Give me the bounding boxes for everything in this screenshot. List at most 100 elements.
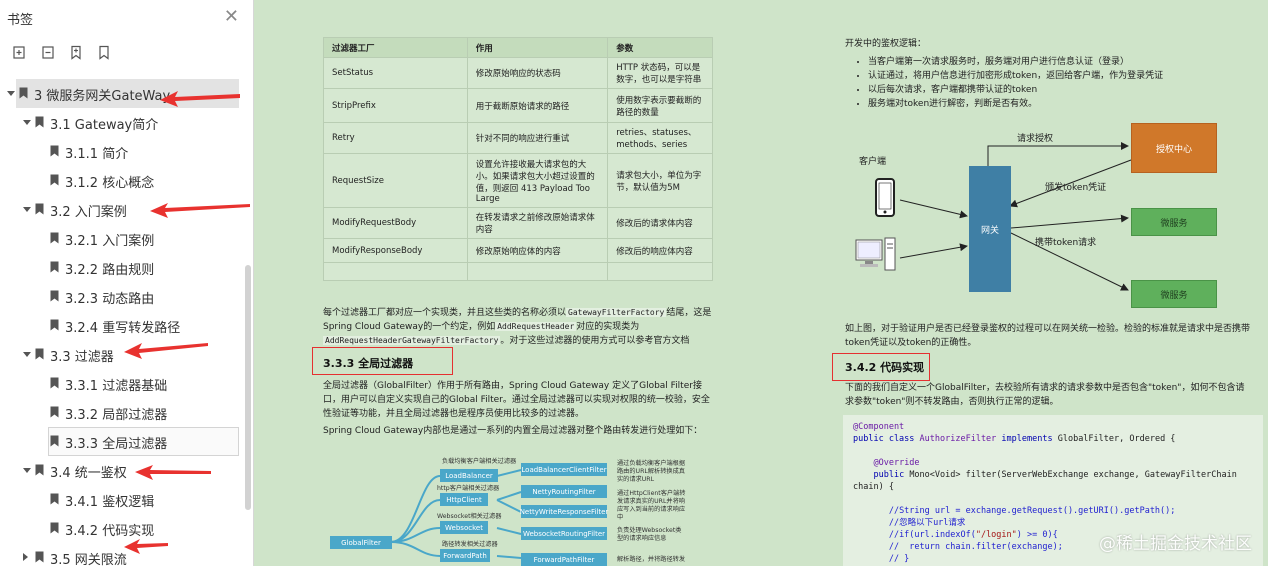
table-row: SetStatus 修改原始响应的状态码 HTTP 状态码，可以是数字，也可以是字符…	[323, 57, 713, 89]
sidebar-item[interactable]: 3.2.2 路由规则	[0, 253, 253, 282]
bookmark-icon	[50, 406, 59, 418]
code-token: GlobalFilter, Ordered {	[1057, 434, 1176, 444]
expand-triangle-icon[interactable]	[23, 352, 31, 357]
sidebar-item[interactable]: 3.3.2 局部过滤器	[0, 398, 253, 427]
sidebar-item-label: 3.2.1 入门案例	[65, 234, 155, 249]
table-row: ModifyRequestBody 在转发请求之前修改原始请求体内容 修改后的请求体…	[323, 207, 713, 239]
table-header-row: 过滤器工厂 作用 参数	[323, 37, 713, 58]
table-row: ModifyResponseBody 修改原始响应体的内容 修改后的响应体内容	[323, 238, 713, 263]
table-row: RequestSize 设置允许接收最大请求包的大小。如果请求包大小超过设置的值，…	[323, 153, 713, 208]
sidebar-scrollbar[interactable]	[245, 265, 251, 510]
filter-node: NettyWriteResponseFilter	[520, 505, 608, 518]
sidebar-item[interactable]: 3.2.3 动态路由	[0, 282, 253, 311]
section-heading-3-4-2: 3.4.2 代码实现	[845, 361, 925, 374]
filter-factory-table: 过滤器工厂 作用 参数 SetStatus 修改原始响应的状态码 HTTP 状态码，…	[323, 37, 713, 281]
code-token: filter(ServerWebExchange exchange, Gatew…	[960, 470, 1237, 480]
code-token: //if(url.indexOf(	[888, 530, 976, 540]
bookmark-icon	[35, 464, 44, 476]
filter-note: 通过HttpClient客户端转发请求真实的URL并将响应写入到当前的请求响应中	[617, 490, 686, 521]
edge-label: 颁发token凭证	[1045, 183, 1107, 193]
expand-triangle-icon[interactable]	[23, 207, 31, 212]
table-cell: 修改后的响应体内容	[607, 238, 713, 263]
red-arrow-icon	[124, 343, 208, 359]
list-item: 认证通过，将用户信息进行加密形成token，返回给客户端，作为登录凭证	[868, 69, 1262, 83]
sidebar-item[interactable]: 3.3.1 过滤器基础	[0, 369, 253, 398]
table-cell: 针对不同的响应进行重试	[466, 122, 609, 154]
bookmark-icon	[19, 87, 28, 99]
code-line: @Component	[853, 422, 905, 432]
bookmark-icon	[50, 435, 59, 447]
sidebar-item-label: 3.4.1 鉴权逻辑	[65, 495, 155, 510]
branch-label: 负载均衡客户端相关过滤器	[442, 458, 517, 465]
table-cell	[607, 262, 713, 281]
client-label: 客户端	[859, 157, 887, 167]
websocket-node: Websocket	[440, 521, 488, 534]
sidebar-item[interactable]: 3.1.2 核心概念	[0, 166, 253, 195]
auth-logic-intro: 开发中的鉴权逻辑：	[845, 39, 927, 49]
expand-triangle-icon[interactable]	[23, 120, 31, 125]
sidebar-item-label: 3.1.1 简介	[65, 147, 129, 162]
text-span: 对应的实现类为	[576, 322, 640, 332]
expand-triangle-icon[interactable]	[23, 468, 31, 473]
add-bookmark-icon[interactable]	[69, 45, 83, 60]
bookmark-icon	[50, 290, 59, 302]
httpclient-node: HttpClient	[440, 493, 488, 506]
sidebar-item[interactable]: 3.1 Gateway简介	[0, 108, 253, 137]
list-item: 当客户端第一次请求服务时，服务端对用户进行信息认证（登录）	[868, 55, 1262, 69]
table-cell	[323, 262, 468, 281]
bookmark-sidebar: 书签 ✕ 3 微服务网关GateWay 3.1 Gateway简介 3.1.1 简介…	[0, 0, 254, 566]
bookmark-icon[interactable]	[97, 45, 111, 60]
code-line: @Override	[873, 458, 920, 468]
expand-all-icon[interactable]	[12, 45, 26, 60]
table-row: StripPrefix 用于截断原始请求的路径 使用数字表示要截断的路径的数量	[323, 88, 713, 123]
sidebar-title: 书签	[7, 13, 34, 28]
sidebar-toolbar	[0, 36, 253, 70]
sidebar-item-label: 3.3.1 过滤器基础	[65, 379, 168, 394]
sidebar-item[interactable]: 3.1.1 简介	[0, 137, 253, 166]
collapse-all-icon[interactable]	[41, 45, 55, 60]
table-cell	[466, 262, 609, 281]
table-row: Retry 针对不同的响应进行重试 retries、statuses、methods…	[323, 122, 713, 154]
sidebar-item[interactable]: 3.3.3 全局过滤器	[0, 427, 253, 456]
gateway-node: 网关	[969, 166, 1011, 292]
table-cell: 用于截断原始请求的路径	[466, 88, 609, 123]
bookmark-icon	[35, 551, 44, 563]
sidebar-item-label: 3.2 入门案例	[50, 205, 127, 220]
code-line: chain) {	[853, 482, 894, 492]
code-token: public class	[853, 434, 920, 444]
code-token: Mono<Void>	[909, 470, 961, 480]
global-filter-diagram: GlobalFilter 负载均衡客户端相关过滤器 http客户端相关过滤器 W…	[325, 450, 715, 566]
collapsed-triangle-icon[interactable]	[23, 553, 28, 561]
loadbalancer-node: LoadBalancer	[440, 469, 498, 482]
code-line: //String url = exchange.getRequest().get…	[888, 506, 1176, 516]
sidebar-item-label: 3.2.3 动态路由	[65, 292, 155, 307]
expand-triangle-icon[interactable]	[7, 91, 15, 96]
bookmark-tree: 3 微服务网关GateWay 3.1 Gateway简介 3.1.1 简介 3.1.2…	[0, 79, 253, 566]
sidebar-item[interactable]: 3.4 统一鉴权	[0, 456, 253, 485]
sidebar-item-label: 3.3 过滤器	[50, 350, 114, 365]
sidebar-item-label: 3.1 Gateway简介	[50, 118, 159, 133]
global-filter-node: GlobalFilter	[330, 536, 392, 549]
text-span: 。对于这些过滤器的使用方式可以参考官方文档	[500, 336, 690, 346]
filter-note: 负责处理Websocket类型的请求响应信息	[617, 527, 682, 542]
sidebar-item[interactable]: 3.2.1 入门案例	[0, 224, 253, 253]
auth-summary-paragraph: 如上图，对于验证用户是否已经登录鉴权的过程可以在网关统一检验。检验的标准就是请求…	[845, 324, 1251, 348]
table-header: 参数	[607, 37, 713, 58]
edge-label: 请求授权	[1017, 134, 1054, 144]
bookmark-icon	[50, 261, 59, 273]
section-heading-3-3-3: 3.3.3 全局过滤器	[323, 357, 414, 370]
sidebar-item[interactable]: 3.2.4 重写转发路径	[0, 311, 253, 340]
service-node: 微服务	[1131, 280, 1217, 308]
bookmark-icon	[35, 203, 44, 215]
code-token: implements	[996, 434, 1058, 444]
branch-label: 路径转发相关过滤器	[442, 541, 498, 548]
sidebar-item-label: 3.3.2 局部过滤器	[65, 408, 168, 423]
table-cell: 修改原始响应体的内容	[466, 238, 609, 263]
sidebar-item[interactable]: 3.4.1 鉴权逻辑	[0, 485, 253, 514]
desktop-computer-icon	[855, 237, 896, 271]
table-cell: 使用数字表示要截断的路径的数量	[607, 88, 713, 123]
bookmark-icon	[50, 377, 59, 389]
sidebar-header: 书签 ✕	[0, 0, 253, 36]
close-icon[interactable]: ✕	[224, 8, 239, 26]
code-token: public	[873, 470, 910, 480]
